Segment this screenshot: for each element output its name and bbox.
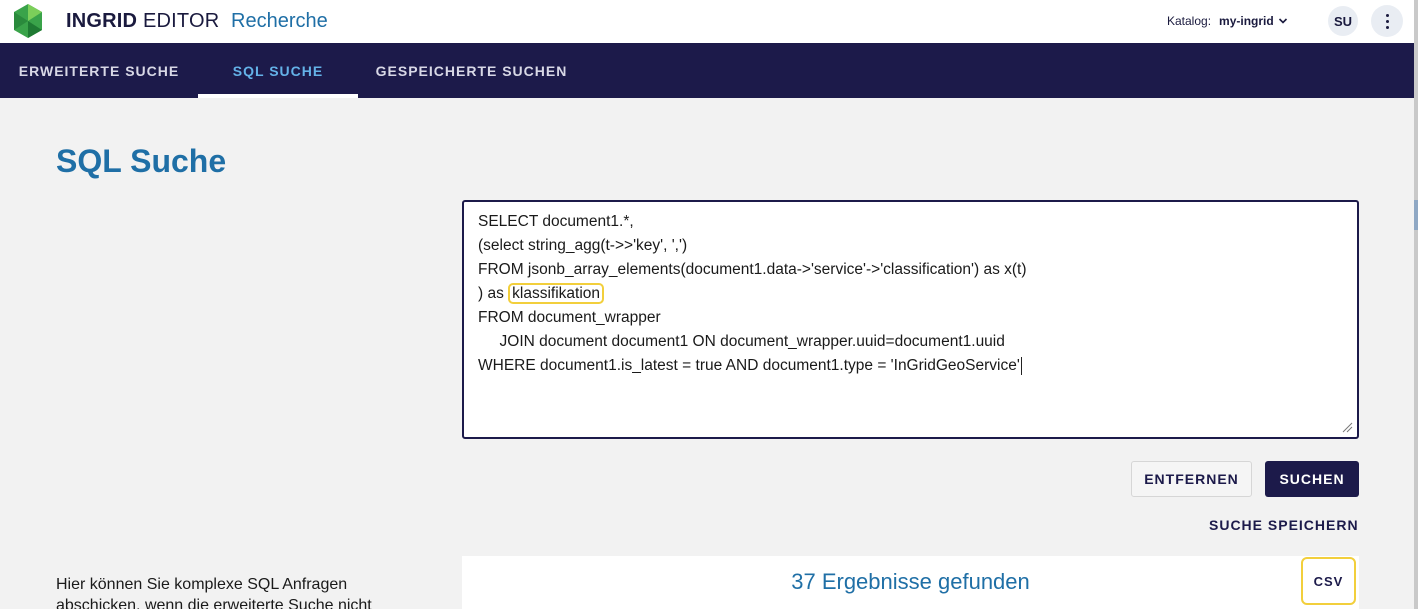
csv-export-button[interactable]: CSV [1301,557,1356,605]
query-line-text: WHERE document1.is_latest = true AND doc… [478,357,1020,374]
query-line-start: ) as [478,285,509,302]
query-line: JOIN document document1 ON document_wrap… [478,333,1005,350]
query-line: (select string_agg(t->>'key', ',') [478,237,688,254]
tab-label: ERWEITERTE SUCHE [18,62,180,79]
query-line: FROM document_wrapper [478,309,661,326]
results-count: 37 Ergebnisse gefunden [791,569,1030,594]
scrollbar[interactable] [1414,0,1418,609]
brand-bold: INGRID [66,10,138,32]
tab-erweiterte-suche[interactable]: ERWEITERTE SUCHE [0,43,198,98]
page-title: SQL Suche [56,143,227,179]
more-vert-icon[interactable] [1371,5,1403,37]
search-button[interactable]: SUCHEN [1265,461,1359,497]
app-brand: INGRID EDITOR [66,10,219,33]
active-tab-indicator [198,94,358,98]
query-line: WHERE document1.is_latest = true AND doc… [478,354,1343,378]
tab-label: GESPEICHERTE SUCHEN [375,62,568,79]
ingrid-leaf-logo[interactable] [13,3,43,39]
resize-handle-icon[interactable] [1341,421,1353,433]
page-section-name: Recherche [231,10,328,32]
save-search-button[interactable]: SUCHE SPEICHERN [1209,517,1359,533]
brand-light: EDITOR [142,10,220,32]
tab-label: SQL SUCHE [232,62,324,79]
search-nav: ERWEITERTE SUCHE SQL SUCHE GESPEICHERTE … [0,43,1414,98]
remove-button[interactable]: ENTFERNEN [1131,461,1252,497]
tab-gespeicherte-suchen[interactable]: GESPEICHERTE SUCHEN [358,43,585,98]
scrollbar-thumb[interactable] [1414,200,1418,230]
help-text: Hier können Sie komplexe SQL Anfragen ab… [56,576,372,609]
tab-sql-suche[interactable]: SQL SUCHE [198,43,358,98]
text-cursor [1020,356,1022,375]
query-line: ) as klassifikation [478,282,1343,306]
user-avatar[interactable]: SU [1328,6,1358,36]
query-line: FROM jsonb_array_elements(document1.data… [478,261,1027,278]
highlighted-alias: klassifikation [508,283,605,304]
query-line: SELECT document1.*, [478,213,634,230]
sql-query-input[interactable]: SELECT document1.*, (select string_agg(t… [462,200,1359,439]
catalog-selector[interactable]: Katalog: my-ingrid [1167,14,1288,28]
top-bar: INGRID EDITOR Recherche Katalog: my-ingr… [0,0,1414,43]
catalog-value: my-ingrid [1219,14,1274,28]
chevron-down-icon [1278,18,1287,24]
results-header: 37 Ergebnisse gefunden [462,556,1359,609]
catalog-label: Katalog: [1167,14,1212,28]
